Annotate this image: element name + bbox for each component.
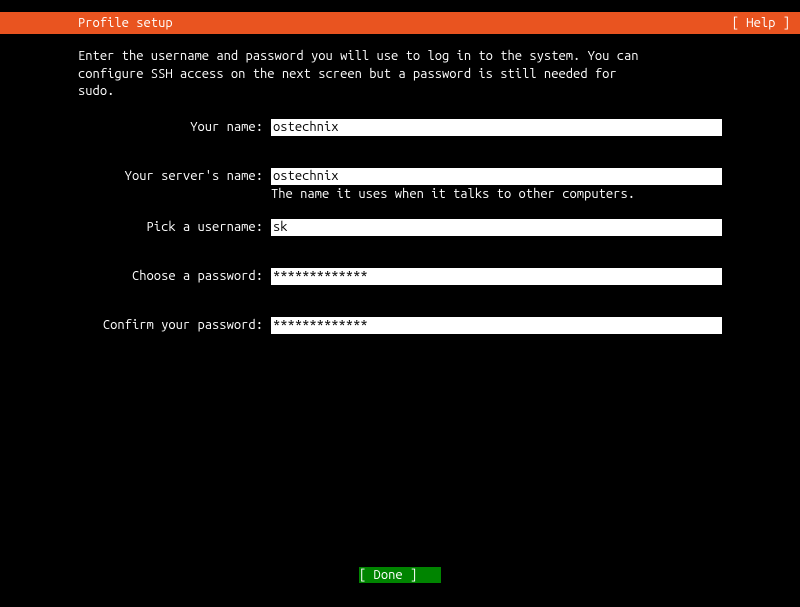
page-title: Profile setup <box>78 16 173 30</box>
help-button[interactable]: [ Help ] <box>732 16 790 30</box>
username-field-wrap: sk <box>271 219 722 236</box>
username-label: Pick a username: <box>78 219 271 236</box>
server-name-label: Your server's name: <box>78 168 271 185</box>
header-bar: Profile setup [ Help ] <box>0 12 800 34</box>
your-name-input[interactable]: ostechnix <box>271 119 722 136</box>
form-row-confirm-password: Confirm your password: ************* <box>78 317 722 334</box>
done-button[interactable]: [ Done ] <box>359 567 441 583</box>
server-name-hint: The name it uses when it talks to other … <box>271 187 722 201</box>
password-label: Choose a password: <box>78 268 271 285</box>
main-content: Enter the username and password you will… <box>0 34 800 334</box>
password-input[interactable]: ************* <box>271 268 722 285</box>
form-row-server-name: Your server's name: ostechnix The name i… <box>78 168 722 201</box>
server-name-field-wrap: ostechnix The name it uses when it talks… <box>271 168 722 201</box>
server-name-input[interactable]: ostechnix <box>271 168 722 185</box>
spacer <box>78 205 722 219</box>
footer: [ Done ] <box>0 567 800 583</box>
password-field-wrap: ************* <box>271 268 722 285</box>
form-row-username: Pick a username: sk <box>78 219 722 236</box>
your-name-field-wrap: ostechnix <box>271 119 722 136</box>
your-name-label: Your name: <box>78 119 271 136</box>
confirm-password-field-wrap: ************* <box>271 317 722 334</box>
confirm-password-label: Confirm your password: <box>78 317 271 334</box>
form-row-your-name: Your name: ostechnix <box>78 119 722 136</box>
instructions-text: Enter the username and password you will… <box>78 48 722 101</box>
form-row-password: Choose a password: ************* <box>78 268 722 285</box>
username-input[interactable]: sk <box>271 219 722 236</box>
confirm-password-input[interactable]: ************* <box>271 317 722 334</box>
